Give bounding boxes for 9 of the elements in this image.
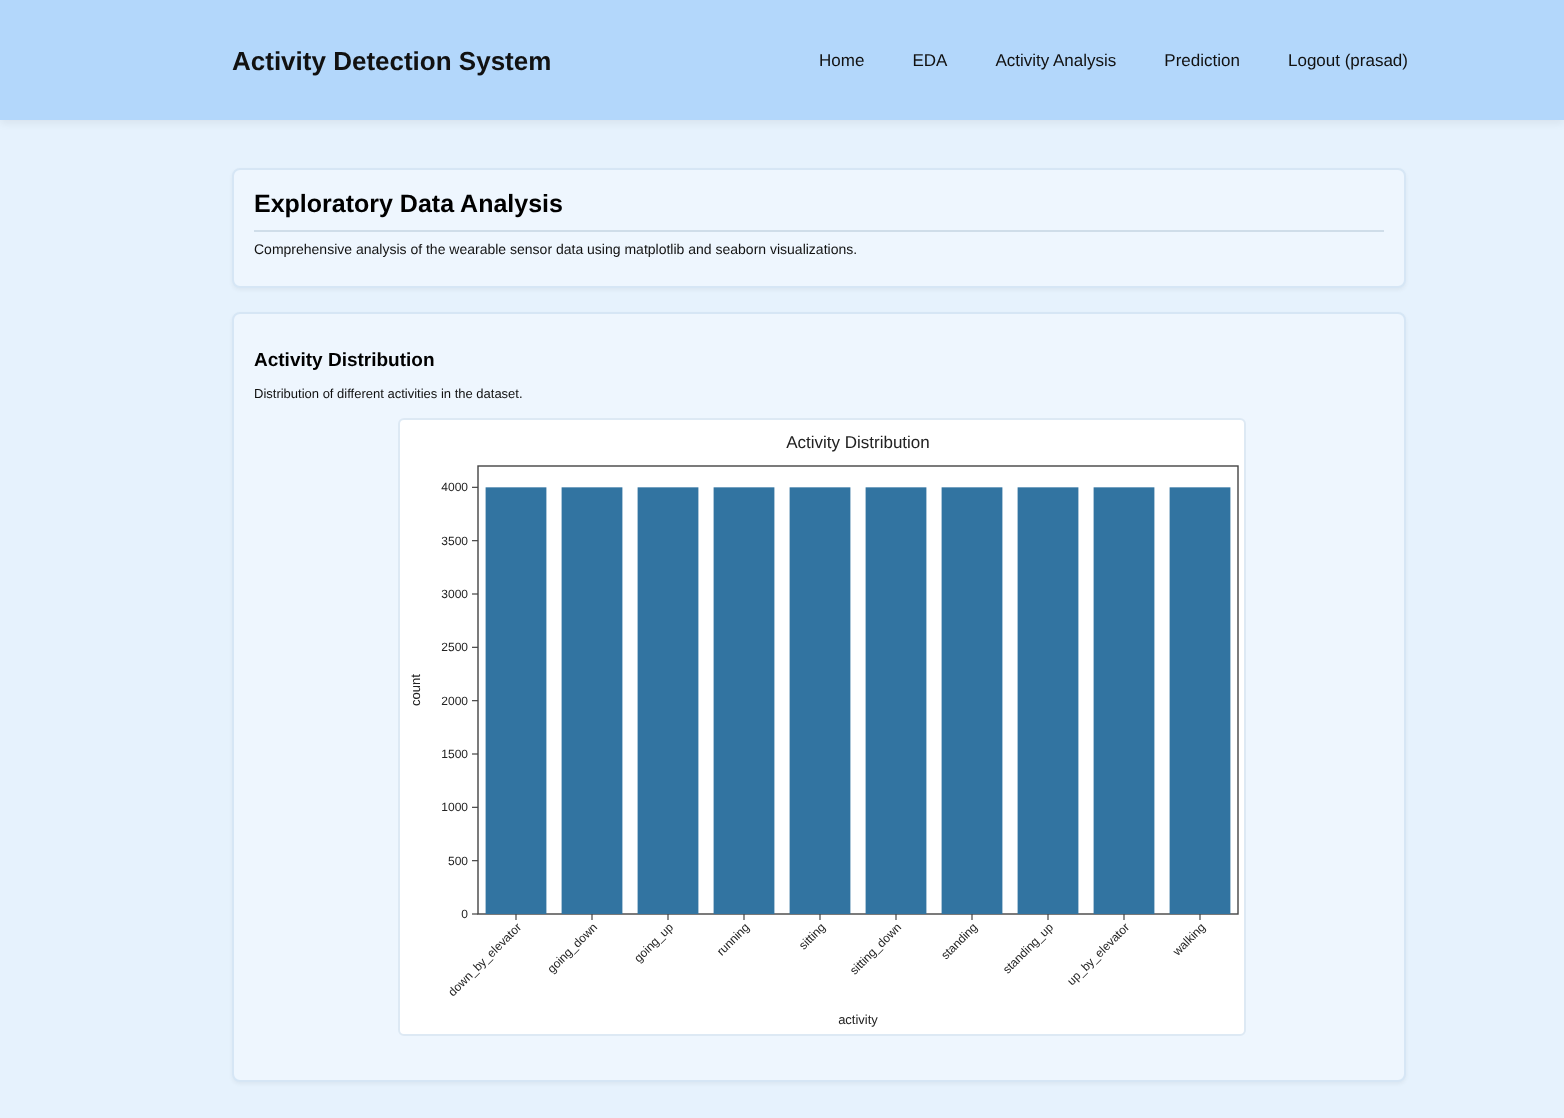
nav-link[interactable]: Home [819, 50, 865, 70]
brand-title: Activity Detection System [232, 45, 552, 75]
page-title: Exploratory Data Analysis [254, 190, 1384, 232]
nav-link[interactable]: Prediction [1164, 50, 1240, 70]
nav-link[interactable]: Activity Analysis [995, 50, 1117, 70]
chart-title: Activity Distribution [786, 432, 930, 452]
section-title: Activity Distribution [254, 350, 437, 372]
nav-link[interactable]: EDA [912, 50, 948, 70]
nav-link[interactable]: Logout (prasad) [1287, 50, 1408, 70]
